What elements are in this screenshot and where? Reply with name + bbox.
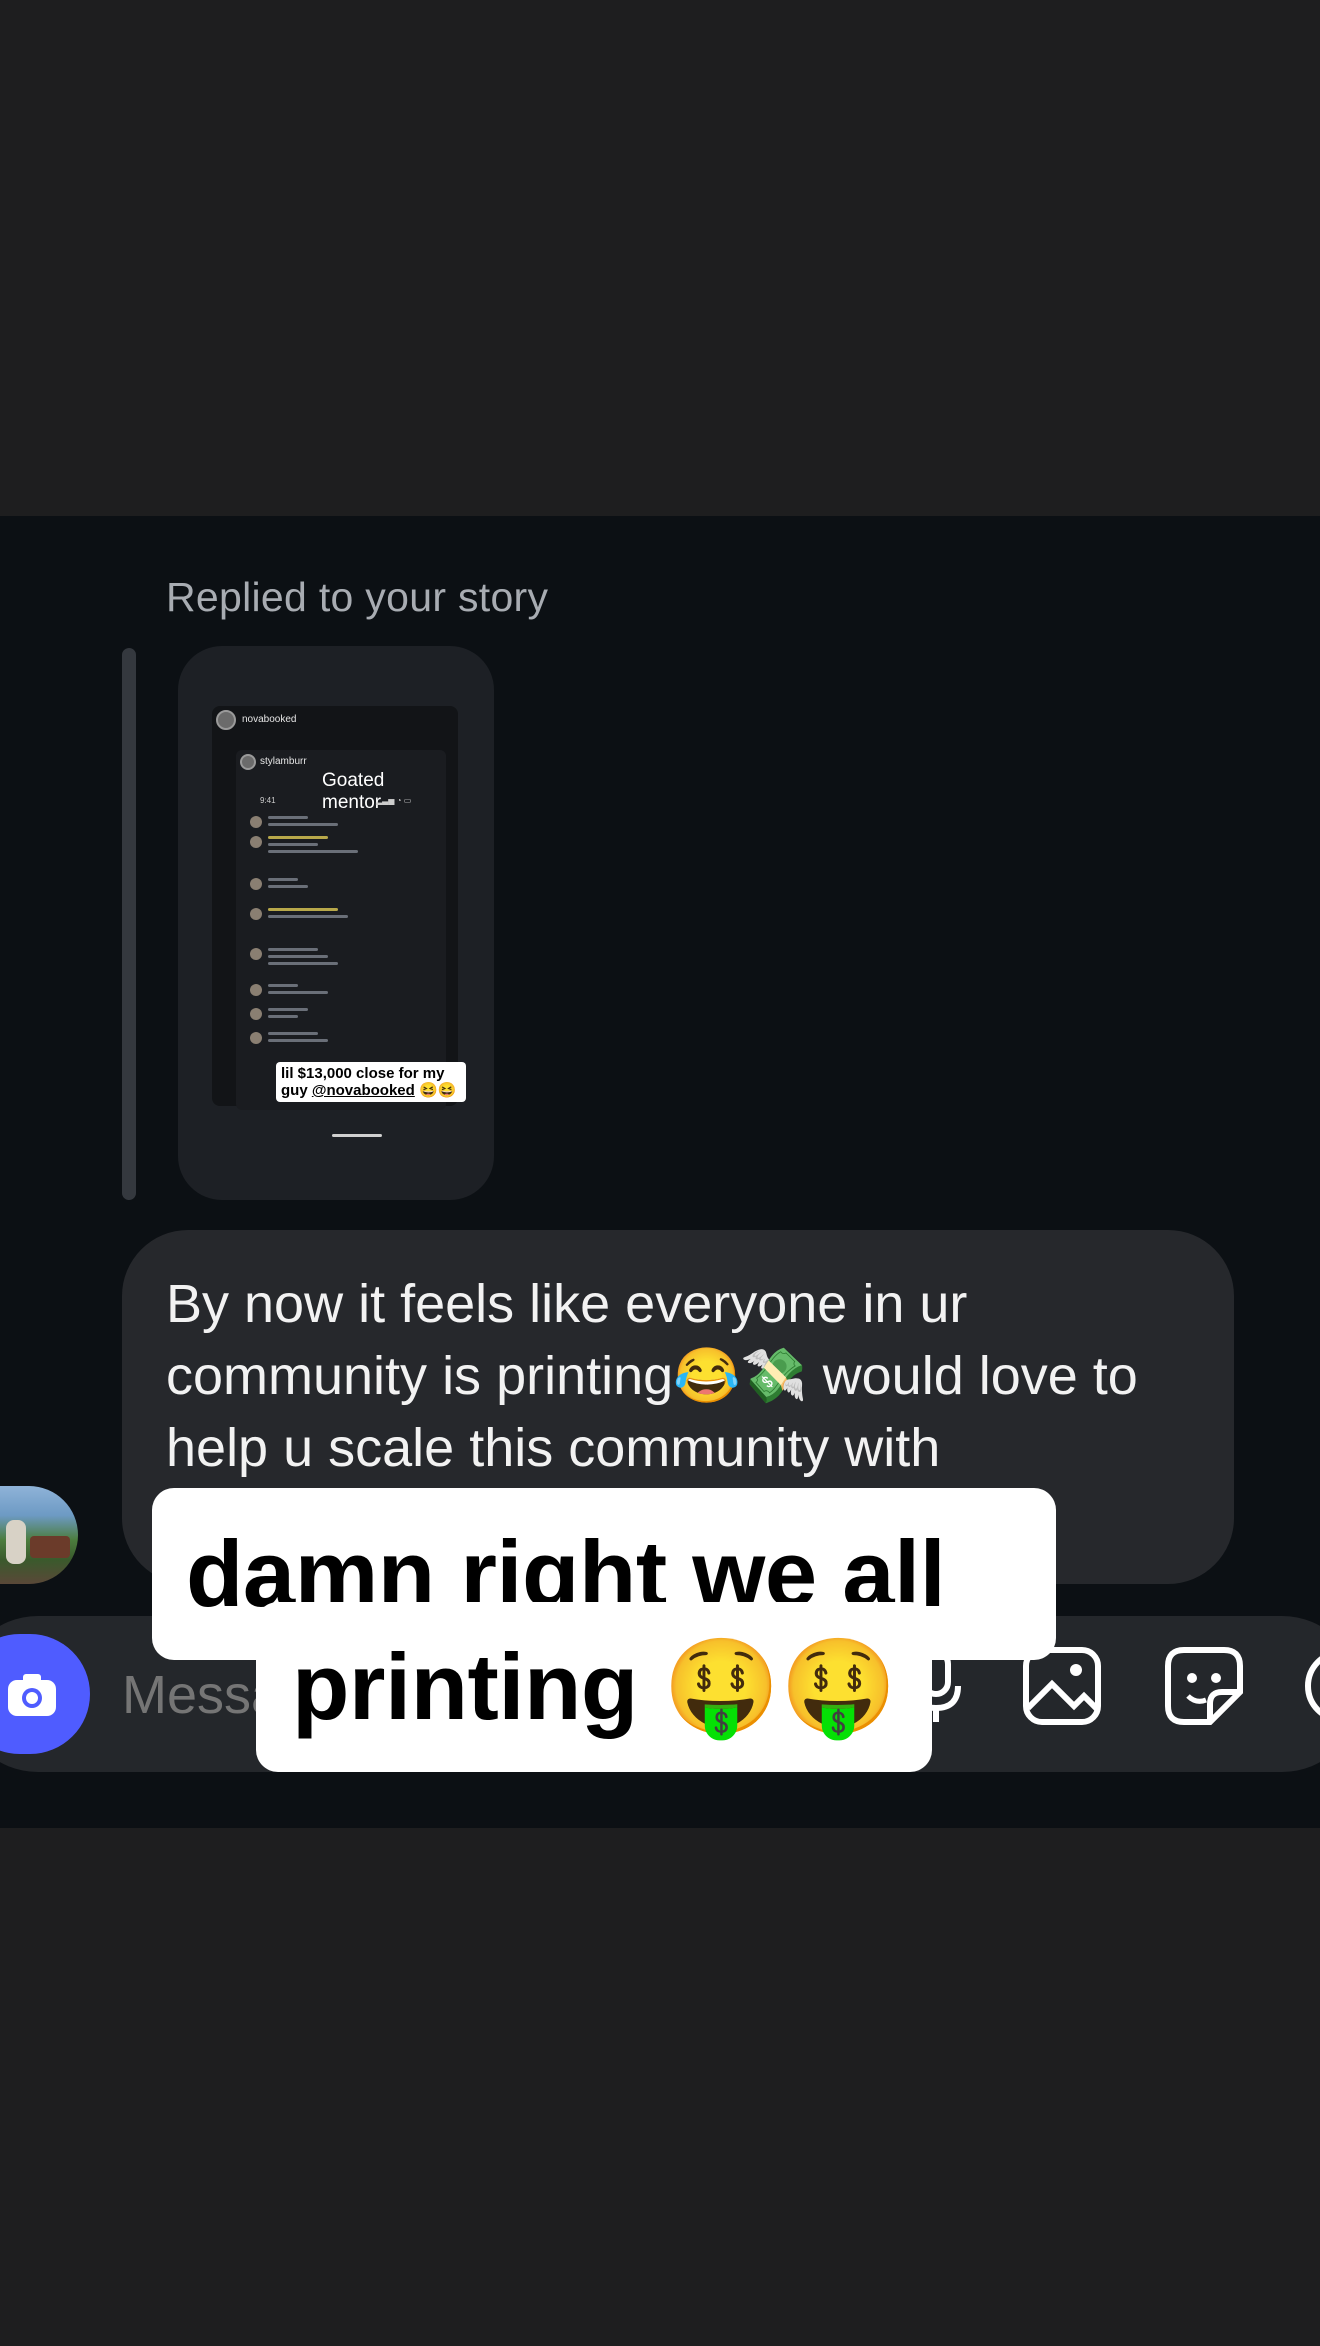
story-message-row <box>250 1030 430 1056</box>
sticker-icon[interactable] <box>1164 1646 1244 1726</box>
status-icons: ▂▃▅ ◔ ▭ <box>376 796 412 805</box>
story-frame: novabooked stylamburr Goated mentor 9:41… <box>212 706 466 1137</box>
story-message-row <box>250 876 430 902</box>
inner-avatar <box>240 754 256 770</box>
story-message-row <box>250 906 430 932</box>
message-text: By now it feels like everyone in ur comm… <box>166 1274 1138 1478</box>
story-message-row <box>250 1006 430 1032</box>
bottom-letterbox <box>0 1828 1320 2346</box>
story-screenshot: stylamburr Goated mentor 9:41 ▂▃▅ ◔ ▭ <box>236 750 446 1110</box>
story-message-row <box>250 946 430 972</box>
story-title: Goated mentor <box>322 770 385 813</box>
story-avatar <box>216 710 236 730</box>
story-preview[interactable]: novabooked stylamburr Goated mentor 9:41… <box>178 646 494 1200</box>
story-username: novabooked <box>242 714 297 725</box>
top-letterbox <box>0 0 1320 516</box>
caption-overlay-line-2: printing 🤑🤑 <box>256 1602 932 1772</box>
home-indicator <box>332 1134 382 1137</box>
story-caption: lil $13,000 close for my guy @novabooked… <box>276 1062 466 1102</box>
camera-icon <box>8 1674 56 1716</box>
reply-indicator-bar <box>122 648 136 1200</box>
story-reply-label: Replied to your story <box>166 574 549 620</box>
add-icon[interactable] <box>1302 1646 1320 1726</box>
sender-avatar[interactable] <box>0 1486 78 1584</box>
story-message-row <box>250 834 430 860</box>
inner-username: stylamburr <box>260 756 307 767</box>
story-time: 9:41 <box>260 796 276 805</box>
story-message-row <box>250 982 430 1008</box>
